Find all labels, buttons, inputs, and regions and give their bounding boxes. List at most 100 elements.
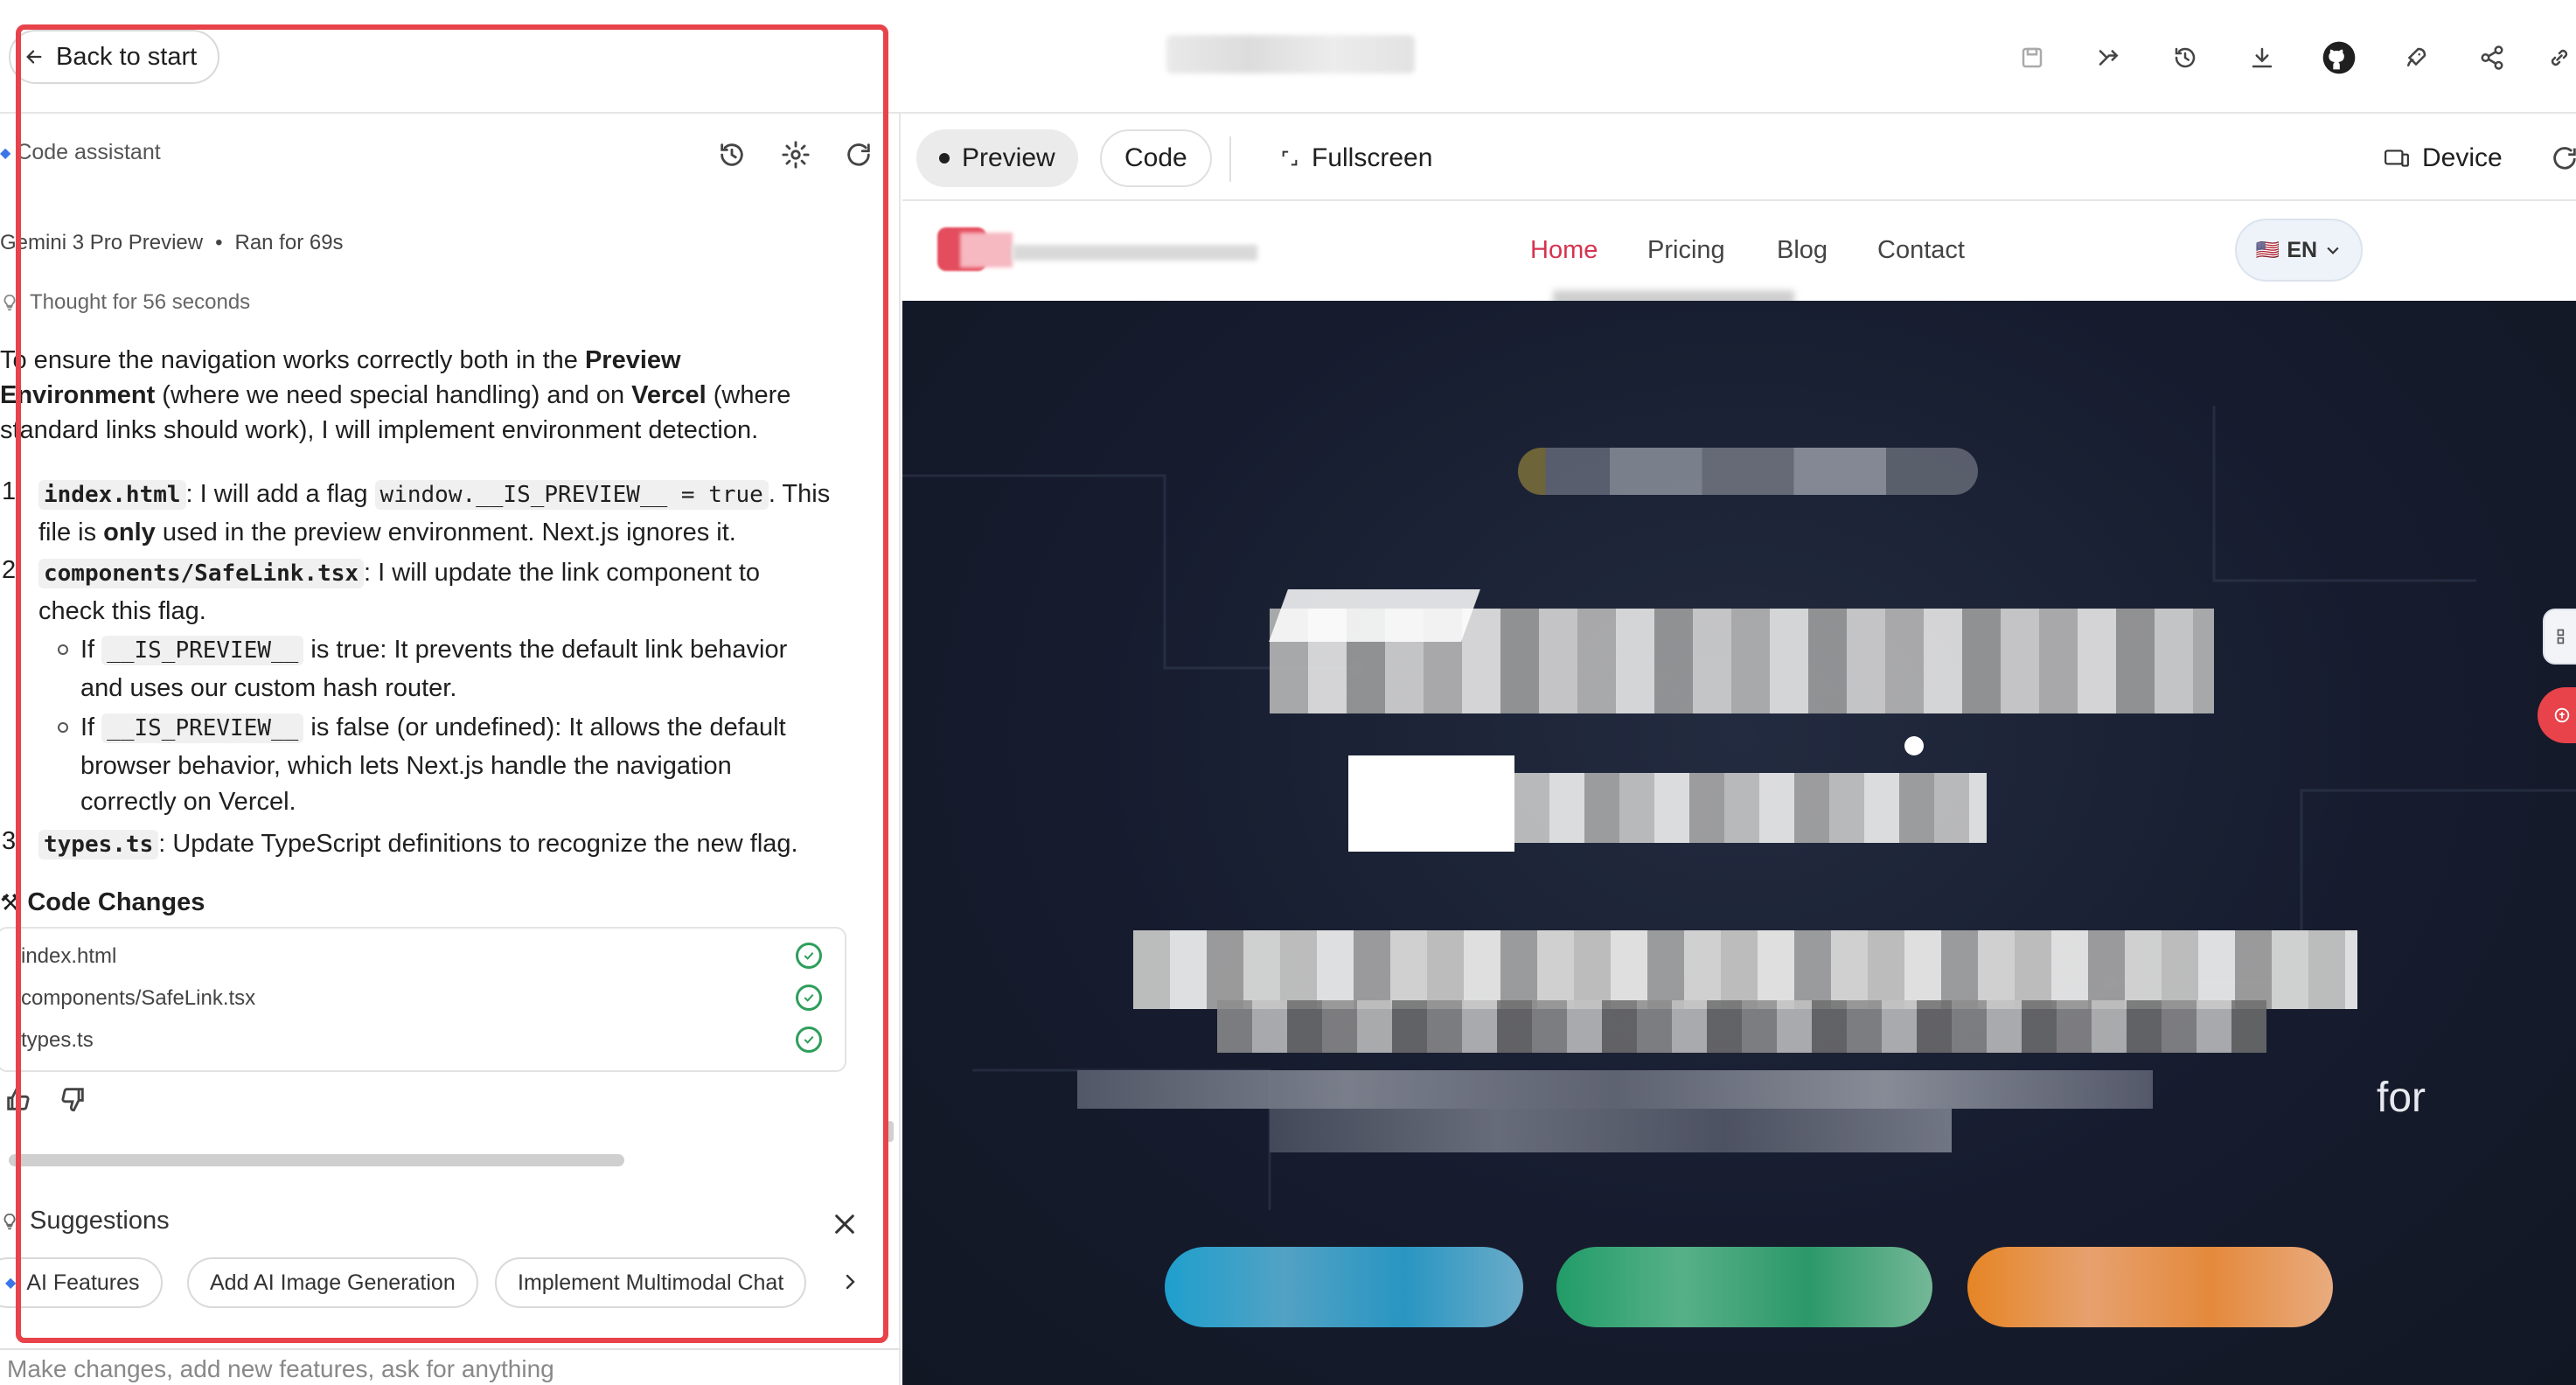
close-icon[interactable] bbox=[831, 1210, 859, 1238]
thought-toggle[interactable]: Thought for 56 seconds bbox=[0, 290, 250, 315]
intro-text-2: (where we need special handling) and on bbox=[155, 381, 632, 409]
step-3-text: : Update TypeScript definitions to recog… bbox=[158, 830, 798, 858]
sub-bullet-2-line3: correctly on Vercel. bbox=[80, 788, 296, 816]
intro-bold-vercel: Vercel bbox=[631, 381, 707, 409]
suggestion-chip[interactable]: Add AI Image Generation bbox=[187, 1257, 478, 1308]
step-number: 2. bbox=[2, 556, 24, 584]
sparkle-icon: ◆ bbox=[0, 145, 11, 161]
language-selector[interactable]: 🇺🇸 EN bbox=[2235, 219, 2363, 282]
step-1-text4: used in the preview environment. Next.js… bbox=[155, 519, 736, 546]
thumbs-up-icon[interactable] bbox=[3, 1084, 33, 1114]
history-icon[interactable] bbox=[717, 140, 747, 170]
changed-file[interactable]: index.html bbox=[21, 944, 116, 969]
step-2: components/SafeLink.tsx: I will update t… bbox=[38, 554, 860, 592]
code-assistant-header: ◆ Code assistant bbox=[0, 140, 161, 165]
suggestions-label: Suggestions bbox=[30, 1207, 170, 1235]
check-circle-icon bbox=[796, 1027, 822, 1053]
back-to-start-button[interactable]: Back to start bbox=[9, 30, 220, 84]
lightbulb-icon bbox=[0, 1209, 19, 1234]
settings-gear-icon[interactable] bbox=[781, 140, 811, 170]
step-2-text: : I will update the link component to bbox=[364, 559, 761, 587]
suggestion-label: AI Features bbox=[26, 1270, 140, 1295]
check-circle-icon bbox=[796, 985, 822, 1011]
back-to-start-label: Back to start bbox=[56, 42, 198, 71]
fullscreen-button[interactable]: Fullscreen bbox=[1257, 129, 1455, 187]
code-changes-label: Code Changes bbox=[27, 888, 205, 916]
nav-home[interactable]: Home bbox=[1530, 236, 1598, 265]
sub-bullet-2-lead: If bbox=[80, 713, 102, 741]
thumbs-down-icon[interactable] bbox=[58, 1084, 87, 1114]
nav-pricing[interactable]: Pricing bbox=[1647, 236, 1725, 265]
code-changes-title: ⚒ Code Changes bbox=[0, 888, 205, 917]
dot-separator: • bbox=[215, 231, 223, 254]
sub-bullet-2-line2: browser behavior, which lets Next.js han… bbox=[80, 752, 732, 780]
site-logo-redacted bbox=[934, 224, 1266, 273]
step-number: 3. bbox=[2, 827, 24, 855]
model-name: Gemini 3 Pro Preview bbox=[0, 231, 204, 254]
rocket-icon[interactable] bbox=[2397, 38, 2435, 77]
step-1-bold: only bbox=[103, 519, 156, 546]
share-icon[interactable] bbox=[2473, 38, 2511, 77]
app-title-redacted bbox=[1166, 35, 1415, 73]
expand-icon bbox=[1280, 149, 1299, 168]
history-icon[interactable] bbox=[2166, 38, 2204, 77]
step-1-code: index.html bbox=[38, 480, 186, 510]
chevron-down-icon bbox=[2324, 241, 2342, 259]
hero-section bbox=[902, 301, 2576, 1385]
suggestions-header: Suggestions bbox=[0, 1207, 170, 1235]
changed-file[interactable]: components/SafeLink.tsx bbox=[21, 986, 255, 1011]
step-1-code2: window.__IS_PREVIEW__ = true bbox=[374, 480, 769, 510]
lightbulb-icon bbox=[0, 291, 19, 314]
branch-icon[interactable] bbox=[2090, 38, 2128, 77]
grid-widget-icon[interactable] bbox=[2543, 609, 2576, 665]
step-1: index.html: I will add a flag window.__I… bbox=[38, 476, 860, 513]
step-3-code: types.ts bbox=[38, 830, 159, 860]
code-changes-list: index.html components/SafeLink.tsx types… bbox=[0, 927, 846, 1072]
prompt-input[interactable]: Make changes, add new features, ask for … bbox=[7, 1355, 554, 1383]
nav-blog[interactable]: Blog bbox=[1777, 236, 1828, 265]
download-icon[interactable] bbox=[2243, 38, 2281, 77]
thought-label: Thought for 56 seconds bbox=[30, 290, 251, 314]
bullet-marker bbox=[58, 644, 68, 655]
us-flag-icon: 🇺🇸 bbox=[2255, 239, 2280, 261]
rotate-icon[interactable] bbox=[2550, 143, 2576, 173]
resize-handle[interactable] bbox=[887, 1121, 894, 1142]
github-icon[interactable] bbox=[2320, 38, 2358, 77]
intro-paragraph: To ensure the navigation works correctly… bbox=[0, 343, 839, 448]
step-2-line2: check this flag. bbox=[38, 597, 206, 625]
dot-icon bbox=[939, 153, 950, 164]
step-1-text3: file is bbox=[38, 519, 104, 546]
bullet-marker bbox=[58, 722, 68, 733]
step-number: 1. bbox=[2, 477, 24, 505]
devices-icon bbox=[2384, 147, 2410, 170]
tools-icon: ⚒ bbox=[0, 889, 21, 915]
step-1-line2: file is only used in the preview environ… bbox=[38, 514, 860, 551]
chevron-right-icon[interactable] bbox=[827, 1256, 873, 1308]
suggestion-chip[interactable]: ◆ AI Features bbox=[0, 1257, 163, 1308]
preview-tab-label: Preview bbox=[962, 143, 1055, 172]
nav-contact[interactable]: Contact bbox=[1877, 236, 1965, 265]
model-info: Gemini 3 Pro Preview • Ran for 69s bbox=[0, 231, 344, 255]
step-1-text: : I will add a flag bbox=[185, 480, 375, 508]
device-button[interactable]: Device bbox=[2361, 129, 2525, 187]
device-label: Device bbox=[2422, 143, 2503, 172]
run-time: Ran for 69s bbox=[234, 231, 344, 254]
hero-subtitle-tail: for bbox=[2377, 1075, 2426, 1121]
step-1-text2: . This bbox=[768, 480, 831, 508]
changed-file[interactable]: types.ts bbox=[21, 1028, 94, 1053]
sub-bullet-2-text: is false (or undefined): It allows the d… bbox=[303, 713, 786, 741]
suggestion-chip[interactable]: Implement Multimodal Chat bbox=[495, 1257, 807, 1308]
sparkle-icon: ◆ bbox=[5, 1276, 17, 1291]
preview-tab[interactable]: Preview bbox=[916, 129, 1078, 187]
code-tab[interactable]: Code bbox=[1100, 129, 1212, 187]
horizontal-scrollbar[interactable] bbox=[9, 1154, 624, 1166]
language-code: EN bbox=[2287, 237, 2318, 262]
step-3: types.ts: Update TypeScript definitions … bbox=[38, 825, 860, 863]
link-icon[interactable] bbox=[2546, 38, 2576, 77]
refresh-icon[interactable] bbox=[844, 140, 874, 170]
sub-bullet-1-lead: If bbox=[80, 636, 102, 664]
intro-text-1: To ensure the navigation works correctly… bbox=[0, 346, 585, 374]
sub-bullet-1-text: is true: It prevents the default link be… bbox=[303, 636, 788, 664]
save-icon[interactable] bbox=[2013, 38, 2051, 77]
toolbar-divider bbox=[1229, 136, 1231, 182]
